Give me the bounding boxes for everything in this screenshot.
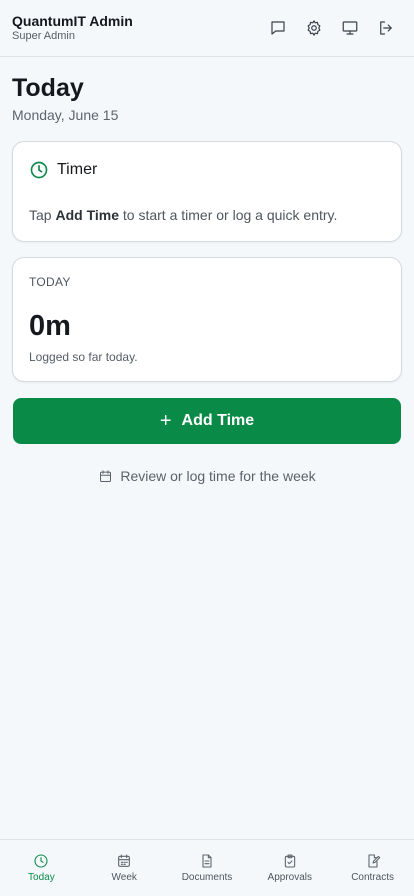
timer-card: Timer Tap Add Time to start a timer or l… (12, 141, 402, 242)
page-title: Today (12, 74, 84, 102)
tab-today[interactable]: Today (0, 840, 83, 896)
add-time-label: Add Time (181, 412, 255, 429)
timer-hint: Tap Add Time to start a timer or log a q… (29, 207, 338, 223)
tab-label: Approvals (267, 872, 313, 883)
today-note: Logged so far today. (29, 350, 138, 364)
tab-week[interactable]: Week (83, 840, 166, 896)
tab-label: Contracts (351, 872, 394, 883)
tab-documents[interactable]: Documents (166, 840, 249, 896)
week-review-link[interactable]: Review or log time for the week (0, 466, 414, 486)
clipboard-check-icon (284, 854, 295, 868)
add-time-button[interactable]: + Add Time (13, 398, 401, 444)
timer-label: Timer (57, 161, 98, 178)
monitor-icon[interactable] (340, 18, 360, 38)
today-summary-card: TODAY 0m Logged so far today. (12, 257, 402, 382)
week-review-label: Review or log time for the week (120, 468, 316, 484)
tab-label: Documents (181, 872, 233, 883)
clock-icon (29, 160, 49, 180)
today-caption: TODAY (29, 275, 71, 289)
clock-icon (34, 854, 48, 868)
calendar-icon (118, 854, 131, 867)
user-role: Super Admin (12, 30, 75, 42)
document-icon (202, 854, 212, 868)
tab-label: Today (28, 872, 55, 883)
tab-contracts[interactable]: Contracts (331, 840, 414, 896)
plus-icon: + (159, 410, 172, 432)
tab-approvals[interactable]: Approvals (248, 840, 331, 896)
message-icon[interactable] (268, 18, 288, 38)
today-total: 0m (29, 310, 71, 342)
logout-icon[interactable] (376, 18, 396, 38)
bottom-tab-bar: Today Week Documents Approvals Contracts (0, 839, 414, 896)
gear-icon[interactable] (304, 18, 324, 38)
tab-label: Week (111, 872, 137, 883)
calendar-icon (100, 469, 112, 482)
file-edit-icon (368, 854, 380, 868)
timer-hint-emphasis: Add Time (55, 207, 119, 223)
page-date: Monday, June 15 (12, 107, 119, 123)
app-header: QuantumIT Admin Super Admin (0, 0, 414, 57)
app-title: QuantumIT Admin (12, 13, 133, 29)
